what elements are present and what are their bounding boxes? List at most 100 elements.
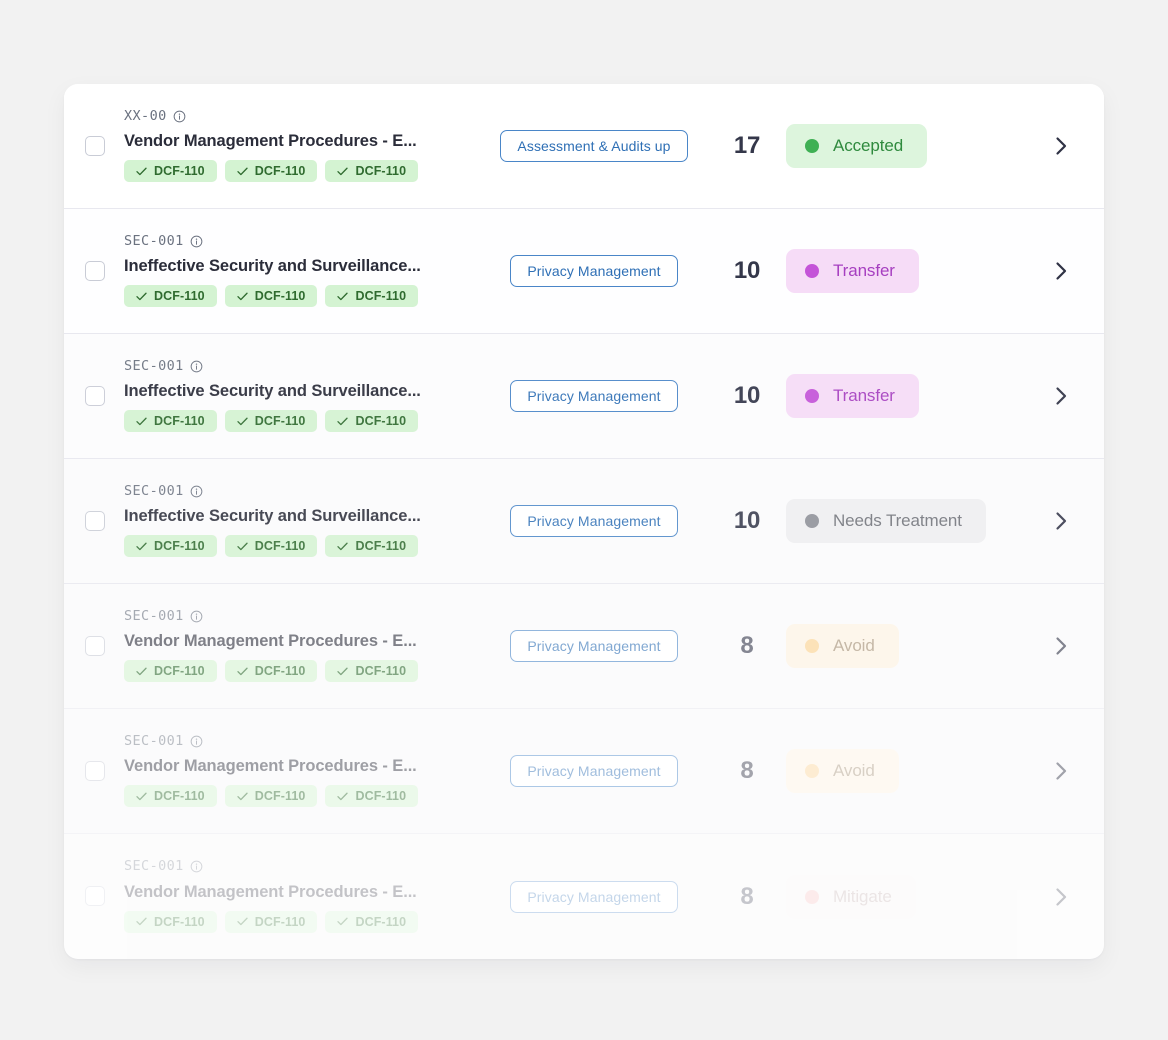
info-circle-icon[interactable] [190, 735, 203, 748]
check-icon [237, 792, 248, 801]
risk-title[interactable]: Vendor Management Procedures - E... [124, 883, 418, 901]
table-row[interactable]: SEC-001 Vendor Management Procedures - E.… [64, 834, 1104, 959]
status-badge[interactable]: Transfer [786, 374, 919, 418]
status-cell: Transfer [780, 374, 1018, 418]
control-chip-label: DCF-110 [154, 789, 205, 804]
table-row[interactable]: SEC-001 Vendor Management Procedures - E.… [64, 584, 1104, 709]
status-cell: Avoid [780, 624, 1018, 668]
check-icon [237, 917, 248, 926]
risk-title[interactable]: Vendor Management Procedures - E... [124, 132, 418, 150]
control-chip[interactable]: DCF-110 [124, 660, 217, 683]
control-chip[interactable]: DCF-110 [124, 535, 217, 558]
risk-title[interactable]: Ineffective Security and Surveillance... [124, 257, 421, 275]
info-circle-icon[interactable] [190, 610, 203, 623]
row-text-block: SEC-001 Ineffective Security and Surveill… [124, 232, 421, 308]
chevron-right-icon[interactable] [1018, 885, 1104, 909]
chevron-right-icon[interactable] [1018, 759, 1104, 783]
table-row[interactable]: SEC-001 Ineffective Security and Surveill… [64, 334, 1104, 459]
control-chip[interactable]: DCF-110 [124, 910, 217, 933]
status-badge[interactable]: Avoid [786, 749, 899, 793]
row-left-cluster: SEC-001 Ineffective Security and Surveill… [64, 359, 474, 433]
chevron-right-icon[interactable] [1018, 134, 1104, 158]
row-text-block: SEC-001 Vendor Management Procedures - E.… [124, 732, 419, 808]
status-badge[interactable]: Transfer [786, 249, 919, 293]
row-select-checkbox[interactable] [85, 886, 105, 907]
chevron-right-icon[interactable] [1018, 634, 1104, 658]
category-button[interactable]: Privacy Management [510, 380, 678, 412]
info-circle-icon[interactable] [190, 360, 203, 373]
chevron-right-icon[interactable] [1018, 509, 1104, 533]
control-chip[interactable]: DCF-110 [224, 910, 318, 933]
table-row[interactable]: XX-00 Vendor Management Procedures - E...… [64, 84, 1104, 209]
control-chip-label: DCF-110 [254, 789, 306, 804]
check-icon [136, 542, 147, 551]
control-chip[interactable]: DCF-110 [124, 160, 217, 183]
row-text-block: SEC-001 Vendor Management Procedures - E.… [124, 607, 419, 683]
control-chip-list: DCF-110 DCF-110 DCF-110 [124, 660, 419, 683]
category-cell: Assessment & Audits up [474, 130, 714, 162]
control-chip[interactable]: DCF-110 [224, 160, 318, 183]
control-chip[interactable]: DCF-110 [325, 660, 419, 683]
row-select-checkbox[interactable] [85, 135, 105, 156]
status-badge[interactable]: Needs Treatment [786, 499, 986, 543]
control-chip[interactable]: DCF-110 [325, 910, 419, 933]
category-cell: Privacy Management [474, 380, 714, 412]
category-button[interactable]: Privacy Management [510, 505, 678, 537]
control-chip[interactable]: DCF-110 [325, 160, 419, 183]
control-chip[interactable]: DCF-110 [124, 285, 217, 308]
control-chip-label: DCF-110 [154, 414, 205, 429]
risk-code-label: SEC-001 [124, 607, 184, 624]
control-chip[interactable]: DCF-110 [224, 535, 318, 558]
category-cell: Privacy Management [474, 505, 714, 537]
table-row[interactable]: SEC-001 Ineffective Security and Surveill… [64, 459, 1104, 584]
control-chip-label: DCF-110 [254, 539, 306, 554]
control-chip-list: DCF-110 DCF-110 DCF-110 [124, 785, 419, 808]
control-chip[interactable]: DCF-110 [124, 785, 217, 808]
risk-code-label: SEC-001 [124, 482, 184, 499]
page-root: XX-00 Vendor Management Procedures - E...… [0, 0, 1168, 1040]
row-select-checkbox[interactable] [85, 260, 105, 281]
table-row[interactable]: SEC-001 Ineffective Security and Surveill… [64, 209, 1104, 334]
status-dot-icon [805, 764, 819, 778]
control-chip[interactable]: DCF-110 [224, 285, 318, 308]
row-select-checkbox[interactable] [85, 635, 105, 656]
category-button[interactable]: Privacy Management [510, 255, 678, 287]
check-icon [136, 417, 147, 426]
info-circle-icon[interactable] [190, 485, 203, 498]
check-icon [136, 292, 147, 301]
category-button[interactable]: Privacy Management [510, 630, 678, 662]
row-select-checkbox[interactable] [85, 510, 105, 531]
control-chip[interactable]: DCF-110 [224, 410, 318, 433]
control-chip[interactable]: DCF-110 [224, 660, 318, 683]
status-badge[interactable]: Avoid [786, 624, 899, 668]
control-chip[interactable]: DCF-110 [325, 785, 419, 808]
risk-code-label: SEC-001 [124, 732, 184, 749]
risk-title[interactable]: Ineffective Security and Surveillance... [124, 382, 421, 400]
table-row[interactable]: SEC-001 Vendor Management Procedures - E.… [64, 709, 1104, 834]
status-badge[interactable]: Mitigate [786, 874, 916, 919]
control-chip[interactable]: DCF-110 [325, 535, 419, 558]
category-button[interactable]: Privacy Management [510, 880, 678, 913]
control-chip[interactable]: DCF-110 [224, 785, 318, 808]
chevron-right-icon[interactable] [1018, 259, 1104, 283]
risk-title[interactable]: Vendor Management Procedures - E... [124, 632, 418, 650]
control-chip[interactable]: DCF-110 [325, 285, 419, 308]
status-badge[interactable]: Accepted [786, 124, 928, 168]
info-circle-icon[interactable] [173, 110, 186, 123]
control-chip[interactable]: DCF-110 [325, 410, 419, 433]
row-select-checkbox[interactable] [85, 385, 105, 406]
info-circle-icon[interactable] [190, 235, 203, 248]
check-icon [337, 667, 349, 676]
chevron-right-icon[interactable] [1018, 384, 1104, 408]
risk-code-label: SEC-001 [124, 232, 184, 249]
info-circle-icon[interactable] [190, 860, 203, 873]
risk-score: 17 [733, 132, 761, 159]
row-select-checkbox[interactable] [85, 760, 105, 781]
category-button[interactable]: Privacy Management [510, 755, 678, 787]
risk-title[interactable]: Vendor Management Procedures - E... [124, 757, 418, 775]
control-chip-label: DCF-110 [355, 789, 407, 804]
category-button[interactable]: Assessment & Audits up [500, 130, 688, 162]
control-chip[interactable]: DCF-110 [124, 410, 217, 433]
risk-list-card: XX-00 Vendor Management Procedures - E...… [64, 84, 1104, 959]
risk-title[interactable]: Ineffective Security and Surveillance... [124, 507, 421, 525]
